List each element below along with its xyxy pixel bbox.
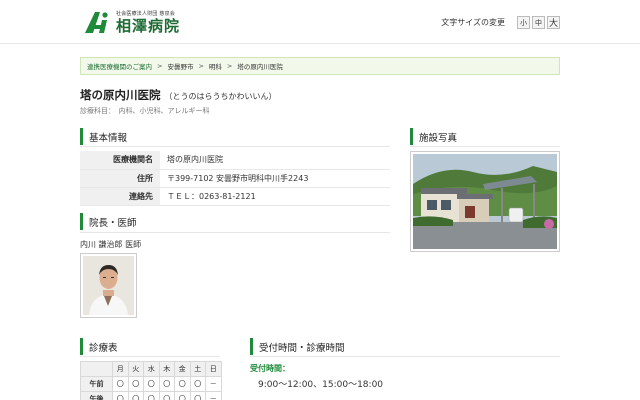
font-size-large-button[interactable]: 大 — [547, 16, 560, 29]
schedule-table: 月 火 水 木 金 土 日 午前 〇 〇 〇 〇 〇 〇 － 午後 〇 〇 〇 … — [80, 361, 222, 400]
reception-hours: 9:00～12:00、15:00～18:00 — [258, 380, 384, 390]
schedule-cell: 〇 — [127, 391, 144, 400]
table-row: 住所 〒399-7102 安曇野市明科中川手2243 — [80, 169, 390, 188]
page-title: 塔の原内川医院 （とうのはらうちかわいいん） — [80, 87, 277, 103]
schedule-cell: 〇 — [143, 391, 160, 400]
site-header: 社会医療法人財団 慈泉会 相澤病院 文字サイズの変更 小 中 大 — [0, 0, 640, 44]
schedule-cell: 〇 — [189, 391, 206, 400]
schedule-cell: 〇 — [158, 391, 175, 400]
font-size-label: 文字サイズの変更 — [441, 18, 505, 27]
doctor-photo — [80, 253, 137, 318]
director-heading: 院長・医師 — [80, 213, 137, 230]
info-value-contact: ＴＥＬ：0263-81-2121 — [160, 187, 390, 206]
section-divider — [80, 146, 390, 147]
facility-photo-heading: 施設写真 — [410, 128, 457, 145]
schedule-cell: － — [205, 391, 222, 400]
font-size-control: 文字サイズの変更 小 中 大 — [441, 16, 560, 29]
breadcrumb: 連携医療機関のご案内 > 安曇野市 > 明科 > 塔の原内川医院 — [80, 57, 560, 75]
font-size-medium-button[interactable]: 中 — [532, 16, 545, 29]
hospital-logo[interactable]: 社会医療法人財団 慈泉会 相澤病院 — [82, 9, 180, 35]
schedule-cell: 〇 — [112, 391, 129, 400]
facility-photo — [410, 151, 560, 252]
basic-info-heading: 基本情報 — [80, 128, 127, 145]
info-label-contact: 連絡先 — [80, 187, 160, 206]
row-header-afternoon: 午後 — [80, 391, 113, 400]
breadcrumb-separator: > — [226, 62, 233, 70]
font-size-small-button[interactable]: 小 — [517, 16, 530, 29]
schedule-cell: 〇 — [143, 376, 160, 392]
clinic-name-kana: （とうのはらうちかわいいん） — [164, 92, 277, 101]
table-row: 連絡先 ＴＥＬ：0263-81-2121 — [80, 187, 390, 206]
clinic-name-heading: 塔の原内川医院 — [80, 88, 161, 102]
info-value-name: 塔の原内川医院 — [160, 151, 390, 170]
day-header-sun: 日 — [205, 361, 222, 377]
logo-title: 相澤病院 — [116, 16, 181, 35]
schedule-cell: － — [205, 376, 222, 392]
section-divider — [410, 146, 560, 147]
breadcrumb-current: 塔の原内川医院 — [237, 63, 283, 71]
table-row: 午後 〇 〇 〇 〇 〇 〇 － — [80, 391, 222, 400]
section-divider — [80, 232, 390, 233]
day-header-mon: 月 — [112, 361, 129, 377]
schedule-heading: 診療表 — [80, 338, 118, 355]
table-row: 医療機関名 塔の原内川医院 — [80, 151, 390, 170]
schedule-cell: 〇 — [158, 376, 175, 392]
row-header-morning: 午前 — [80, 376, 113, 392]
schedule-cell: 〇 — [112, 376, 129, 392]
info-label-address: 住所 — [80, 169, 160, 188]
breadcrumb-link-partners[interactable]: 連携医療機関のご案内 — [87, 61, 152, 71]
day-header-thu: 木 — [158, 361, 175, 377]
day-header-fri: 金 — [174, 361, 191, 377]
schedule-cell: 〇 — [174, 376, 191, 392]
reception-heading: 受付時間・診療時間 — [250, 338, 345, 355]
breadcrumb-separator: > — [157, 62, 163, 70]
breadcrumb-link-akashina[interactable]: 明科 — [209, 61, 222, 71]
logo-mark-icon — [82, 9, 114, 35]
schedule-corner — [80, 361, 113, 377]
day-header-sat: 土 — [189, 361, 206, 377]
doctor-name: 内川 謙治郎 医師 — [80, 240, 142, 249]
departments-text: 診療科目： 内科、小児科、アレルギー科 — [80, 107, 210, 115]
info-label-name: 医療機関名 — [80, 151, 160, 170]
schedule-cell: 〇 — [174, 391, 191, 400]
schedule-cell: 〇 — [189, 376, 206, 392]
table-row: 月 火 水 木 金 土 日 — [80, 361, 222, 377]
reception-label: 受付時間： — [250, 364, 290, 373]
day-header-tue: 火 — [127, 361, 144, 377]
section-divider — [250, 356, 560, 357]
day-header-wed: 水 — [143, 361, 160, 377]
info-value-address: 〒399-7102 安曇野市明科中川手2243 — [160, 169, 390, 188]
table-row: 午前 〇 〇 〇 〇 〇 〇 － — [80, 376, 222, 392]
basic-info-table: 医療機関名 塔の原内川医院 住所 〒399-7102 安曇野市明科中川手2243… — [80, 151, 390, 206]
breadcrumb-link-azumino[interactable]: 安曇野市 — [167, 61, 193, 71]
schedule-cell: 〇 — [127, 376, 144, 392]
breadcrumb-separator: > — [198, 62, 204, 70]
section-divider — [80, 356, 220, 357]
